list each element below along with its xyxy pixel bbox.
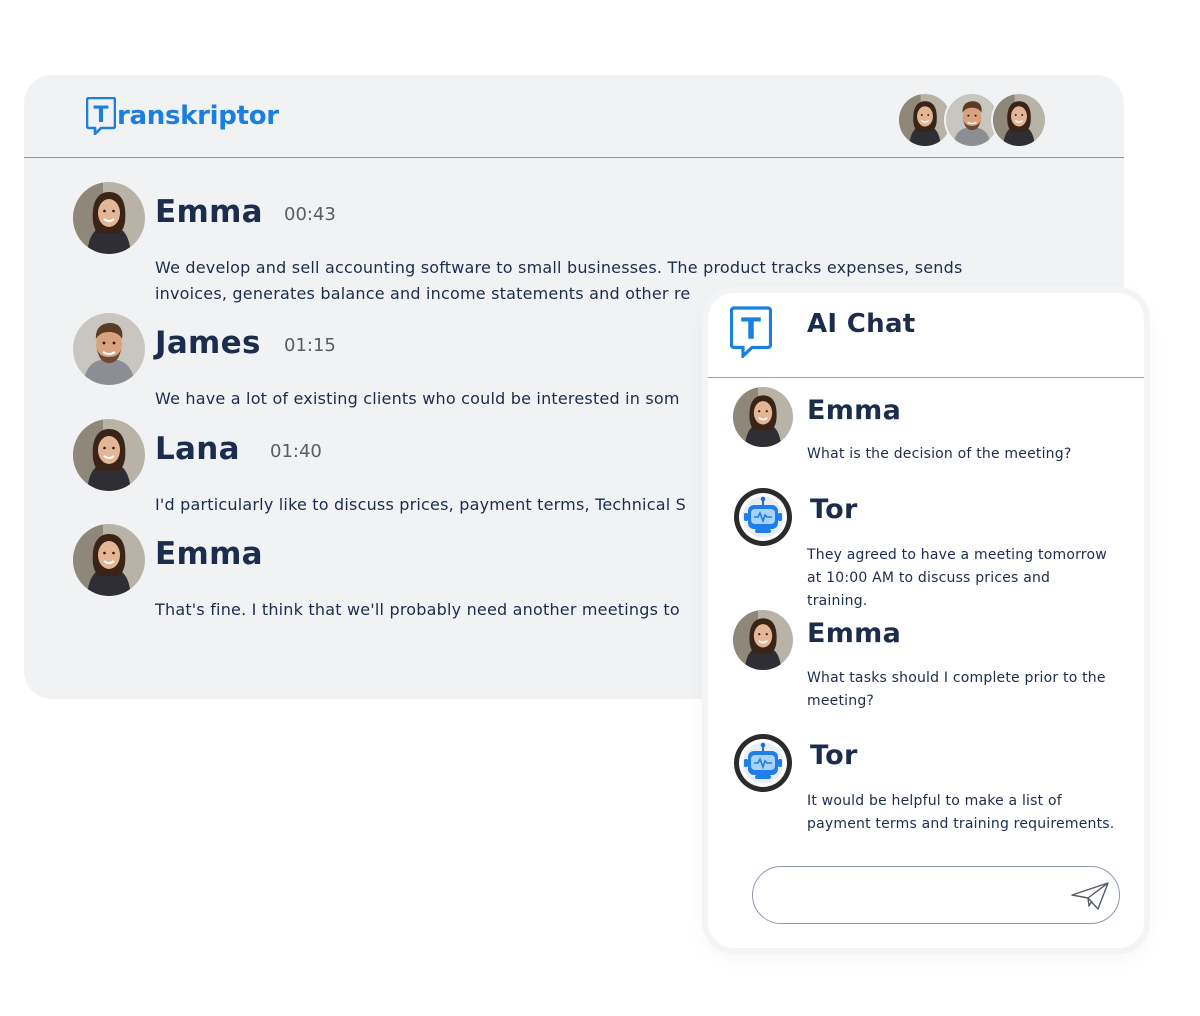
message-sender: Tor — [810, 740, 858, 771]
avatar — [73, 182, 145, 254]
bot-avatar-icon — [733, 487, 793, 547]
utterance-text: We have a lot of existing clients who co… — [155, 389, 680, 408]
timestamp[interactable]: 00:43 — [284, 204, 336, 225]
brand-name: ranskriptor — [117, 101, 279, 131]
message-sender: Emma — [807, 395, 902, 426]
avatar — [73, 419, 145, 491]
transkriptor-logo-icon: T — [86, 97, 116, 135]
chat-logo-letter: T — [741, 312, 761, 346]
avatar — [73, 524, 145, 596]
avatar — [73, 313, 145, 385]
send-icon[interactable] — [1070, 881, 1110, 911]
ai-chat-logo-icon: T — [730, 306, 772, 358]
participant-avatar-lana[interactable] — [991, 92, 1047, 148]
participant-avatars[interactable] — [897, 92, 1047, 148]
message-sender: Emma — [807, 618, 902, 649]
message-sender: Tor — [810, 494, 858, 525]
transcript-header: T ranskriptor — [24, 75, 1124, 158]
speaker-name: Lana — [155, 431, 240, 467]
ai-chat-panel: T AI Chat Emma What is the decision of t… — [708, 293, 1144, 948]
message-text: It would be helpful to make a list of pa… — [807, 793, 1115, 832]
message-text: They agreed to have a meeting tomorrow a… — [807, 547, 1107, 609]
timestamp[interactable]: 01:15 — [284, 335, 336, 356]
avatar — [733, 387, 793, 447]
speaker-name: Emma — [155, 194, 263, 230]
ai-chat-header: T AI Chat — [708, 293, 1144, 378]
utterance-text: That's fine. I think that we'll probably… — [155, 600, 680, 619]
speaker-name: James — [155, 325, 261, 361]
message-text: What tasks should I complete prior to th… — [807, 670, 1106, 709]
chat-input[interactable] — [752, 866, 1120, 924]
logo-initial: T — [93, 103, 108, 128]
transkriptor-logo[interactable]: T ranskriptor — [86, 97, 279, 135]
avatar — [733, 610, 793, 670]
message-text: What is the decision of the meeting? — [807, 446, 1072, 462]
utterance-text: I'd particularly like to discuss prices,… — [155, 495, 686, 514]
bot-avatar-icon — [733, 733, 793, 793]
ai-chat-title: AI Chat — [807, 309, 916, 339]
timestamp[interactable]: 01:40 — [270, 441, 322, 462]
speaker-name: Emma — [155, 536, 263, 572]
